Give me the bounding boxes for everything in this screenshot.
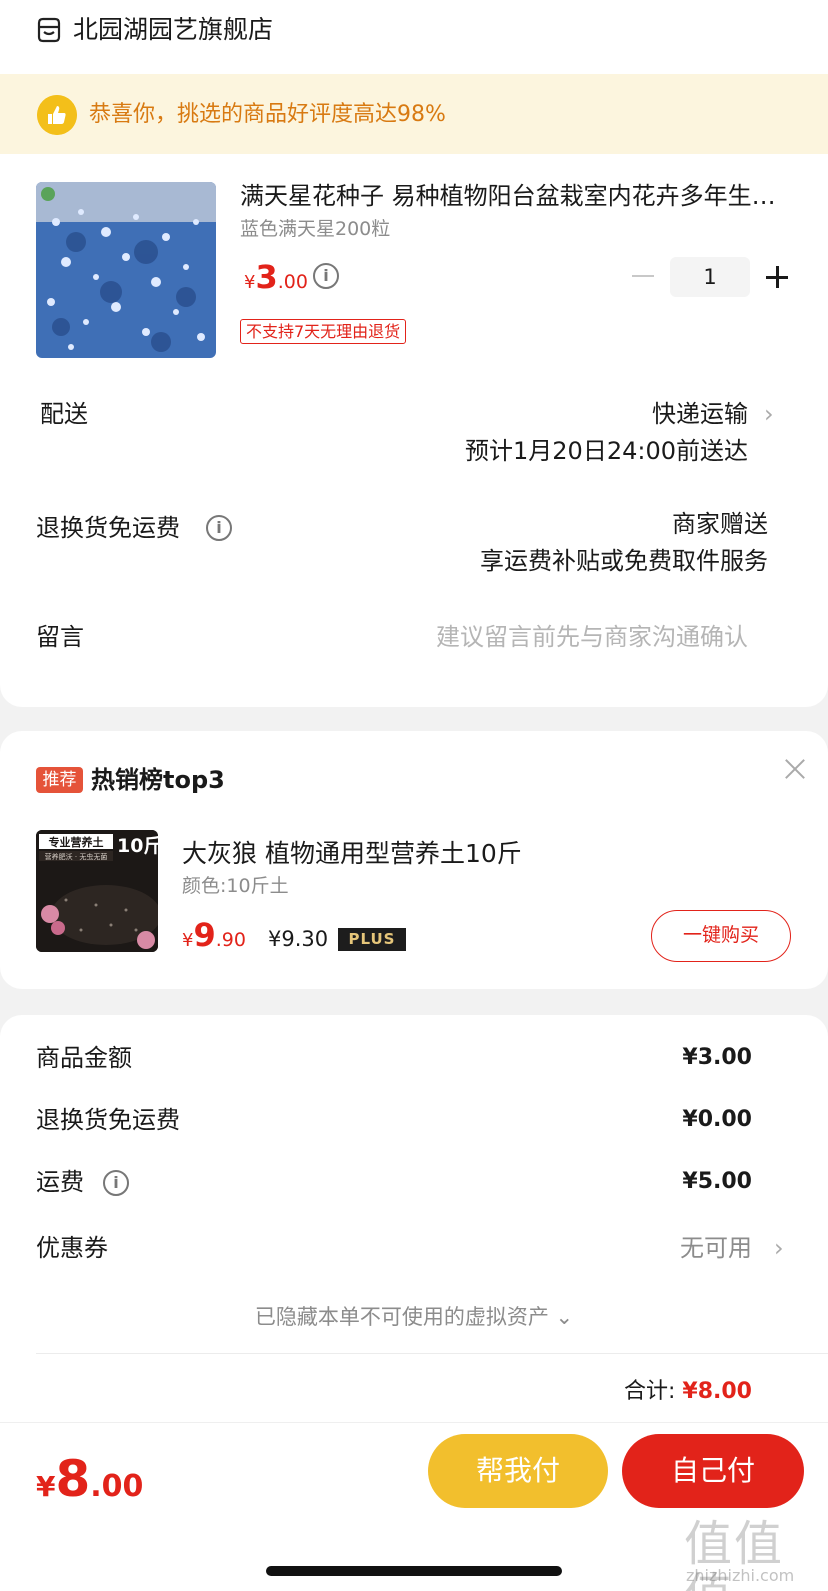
shop-icon (37, 17, 61, 43)
home-indicator[interactable] (266, 1566, 562, 1576)
recommend-product-variant: 颜色:10斤土 (182, 875, 289, 897)
recommend-price-decimal: .90 (215, 929, 246, 951)
recommend-price-currency: ¥ (182, 930, 194, 951)
self-pay-button[interactable]: 自己付 (622, 1434, 804, 1508)
delivery-label: 配送 (40, 400, 88, 428)
price-currency: ¥ (244, 272, 256, 293)
summary-label-goods: 商品金额 (36, 1044, 132, 1072)
coupon-chevron-right-icon[interactable]: › (774, 1230, 784, 1266)
delivery-method[interactable]: 快递运输 (500, 396, 748, 432)
price-info-icon[interactable]: i (313, 263, 339, 289)
order-total: 合计: ¥8.00 (560, 1374, 752, 1410)
quantity-input[interactable]: 1 (670, 257, 750, 297)
product-image[interactable] (36, 182, 216, 358)
summary-label-shipping: 运费 (36, 1168, 84, 1196)
thumbs-up-icon (37, 95, 77, 135)
total-value: ¥8.00 (682, 1379, 752, 1404)
return-shipping-info-icon[interactable]: i (206, 515, 232, 541)
message-input[interactable]: 建议留言前先与商家沟通确认 (340, 619, 748, 655)
summary-label-coupon: 优惠券 (36, 1234, 108, 1262)
quantity-decrease-button[interactable] (632, 275, 654, 277)
hidden-assets-text: 已隐藏本单不可使用的虚拟资产 (254, 1305, 549, 1329)
return-shipping-value: 商家赠送 (672, 510, 768, 538)
product-price: ¥ 3 .00 (244, 258, 308, 296)
summary-value-goods: ¥3.00 (682, 1045, 752, 1070)
shop-name[interactable]: 北园湖园艺旗舰店 (73, 12, 273, 48)
product-title[interactable]: 满天星花种子 易种植物阳台盆栽室内花卉多年生四季种籽子 (240, 178, 785, 214)
rating-banner-text: 恭喜你，挑选的商品好评度高达98% (89, 102, 446, 127)
shipping-info-icon[interactable]: i (103, 1170, 129, 1196)
help-pay-button[interactable]: 帮我付 (428, 1434, 608, 1508)
divider (36, 1353, 828, 1354)
recommend-image-text-weight: 10斤 (117, 835, 158, 857)
recommend-price-integer: 9 (193, 916, 216, 954)
recommend-product-image[interactable]: 专业营养土 营养肥沃 · 无虫无菌 10斤 (36, 830, 158, 952)
total-label: 合计: (623, 1379, 676, 1404)
quantity-increase-button[interactable] (766, 266, 788, 288)
recommend-title: 热销榜top3 (91, 766, 225, 794)
order-summary-card (0, 1015, 828, 1435)
delivery-eta: 预计1月20日24:00前送达 (465, 437, 748, 465)
summary-label-return-shipping: 退换货免运费 (36, 1106, 180, 1134)
bottom-price-currency: ¥ (36, 1470, 56, 1503)
recommend-tag: 推荐 (36, 767, 83, 793)
recommend-image-text-sub: 营养肥沃 · 无虫无菌 (45, 852, 108, 861)
delivery-chevron-right-icon[interactable]: › (764, 396, 774, 432)
price-integer: 3 (255, 258, 278, 296)
coupon-value[interactable]: 无可用 (560, 1230, 752, 1266)
recommend-image-text-main: 专业营养土 (49, 835, 104, 849)
bottom-price-decimal: .00 (90, 1469, 144, 1504)
message-label: 留言 (36, 623, 84, 651)
watermark-url: zhizhizhi.com (686, 1566, 795, 1585)
bottom-price-integer: 8 (55, 1450, 91, 1508)
recommend-product-name[interactable]: 大灰狼 植物通用型营养土10斤 (182, 836, 522, 872)
bottom-price: ¥ 8 .00 (36, 1450, 143, 1508)
return-shipping-label: 退换货免运费 (36, 514, 180, 542)
shop-header: 北园湖园艺旗舰店 (0, 0, 828, 74)
summary-value-shipping: ¥5.00 (682, 1169, 752, 1194)
return-shipping-desc: 享运费补贴或免费取件服务 (480, 547, 768, 575)
summary-value-return-shipping: ¥0.00 (682, 1107, 752, 1132)
chevron-down-icon: ⌄ (555, 1305, 574, 1329)
product-variant: 蓝色满天星200粒 (240, 218, 391, 240)
price-decimal: .00 (277, 271, 308, 293)
one-click-buy-button[interactable]: 一键购买 (651, 910, 791, 962)
recommend-product-price: ¥ 9 .90 (182, 916, 246, 954)
hidden-assets-toggle[interactable]: 已隐藏本单不可使用的虚拟资产 ⌄ (0, 1299, 828, 1335)
no-return-tag: 不支持7天无理由退货 (240, 319, 407, 344)
plus-price: ¥9.30 (268, 927, 329, 951)
plus-badge: PLUS (338, 928, 406, 951)
close-icon[interactable] (784, 758, 806, 780)
